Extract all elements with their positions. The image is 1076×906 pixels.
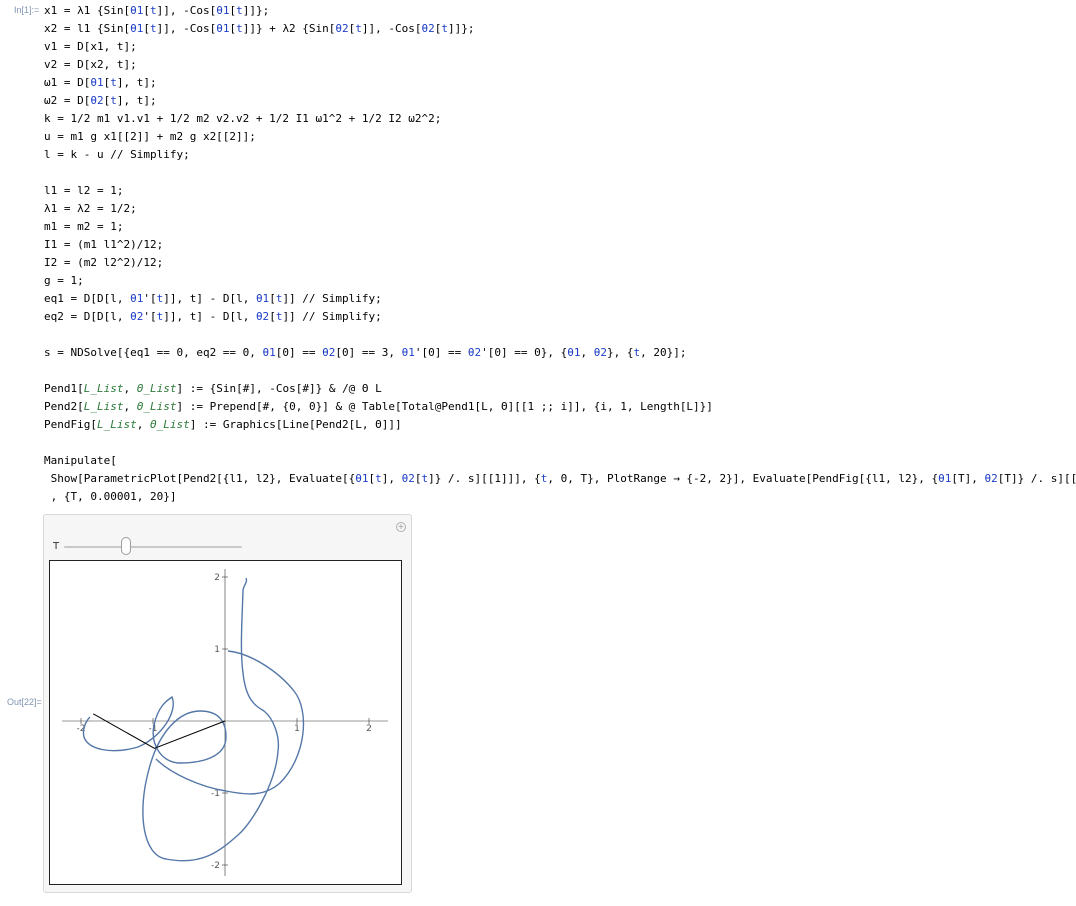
input-label: In[1]:=	[14, 5, 40, 15]
code-line[interactable]: , {T, 0.00001, 20}]	[44, 488, 1076, 506]
x-tick-label: 1	[294, 724, 300, 734]
code-line[interactable]: s = NDSolve[{eq1 == 0, eq2 == 0, θ1[0] =…	[44, 344, 1076, 362]
code-line[interactable]: m1 = m2 = 1;	[44, 218, 1076, 236]
x-tick-label: 2	[366, 724, 372, 734]
code-line[interactable]	[44, 326, 1076, 344]
code-line[interactable]: v2 = D[x2, t];	[44, 56, 1076, 74]
code-line[interactable]: l = k - u // Simplify;	[44, 146, 1076, 164]
code-line[interactable]: ω1 = D[θ1[t], t];	[44, 74, 1076, 92]
code-line[interactable]: l1 = l2 = 1;	[44, 182, 1076, 200]
plot-svg: -2 -1 1 221-1-2	[62, 569, 388, 876]
slider-label: T	[53, 541, 60, 552]
code-line[interactable]: ω2 = D[θ2[t], t];	[44, 92, 1076, 110]
code-line[interactable]: x2 = l1 {Sin[θ1[t]], -Cos[θ1[t]]} + λ2 {…	[44, 20, 1076, 38]
output-label: Out[22]=	[7, 697, 42, 707]
code-line[interactable]: k = 1/2 m1 v1.v1 + 1/2 m2 v2.v2 + 1/2 I1…	[44, 110, 1076, 128]
y-tick-label: -2	[211, 861, 220, 871]
manipulate-panel: + T -2 -1 1 2 2 1 -1 -2	[43, 514, 412, 893]
code-line[interactable]	[44, 434, 1076, 452]
code-line[interactable]: Show[ParametricPlot[Pend2[{l1, l2}, Eval…	[44, 470, 1076, 488]
y-tick-label: 2	[214, 573, 220, 583]
trajectory-curve	[82, 577, 305, 862]
code-line[interactable]: PendFig[L_List, Θ_List] := Graphics[Line…	[44, 416, 1076, 434]
code-line[interactable]: I1 = (m1 l1^2)/12;	[44, 236, 1076, 254]
y-tick-label: -1	[211, 789, 220, 799]
add-icon[interactable]: +	[396, 522, 406, 532]
code-line[interactable]: Pend2[L_List, Θ_List] := Prepend[#, {0, …	[44, 398, 1076, 416]
code-line[interactable]	[44, 362, 1076, 380]
code-line[interactable]: x1 = λ1 {Sin[θ1[t]], -Cos[θ1[t]]};	[44, 2, 1076, 20]
code-line[interactable]: eq1 = D[D[l, θ1'[t]], t] - D[l, θ1[t]] /…	[44, 290, 1076, 308]
code-line[interactable]: g = 1;	[44, 272, 1076, 290]
code-line[interactable]: I2 = (m2 l2^2)/12;	[44, 254, 1076, 272]
code-line[interactable]: Manipulate[	[44, 452, 1076, 470]
code-line[interactable]: u = m1 g x1[[2]] + m2 g x2[[2]];	[44, 128, 1076, 146]
y-tick-label: 1	[214, 645, 220, 655]
plot-area: -2 -1 1 2 2 1 -1 -2	[49, 560, 402, 885]
code-line[interactable]	[44, 164, 1076, 182]
code-line[interactable]: Pend1[L_List, Θ_List] := {Sin[#], -Cos[#…	[44, 380, 1076, 398]
code-line[interactable]: λ1 = λ2 = 1/2;	[44, 200, 1076, 218]
code-cell[interactable]: x1 = λ1 {Sin[θ1[t]], -Cos[θ1[t]]}; x2 = l…	[44, 2, 1076, 506]
code-line[interactable]: eq2 = D[D[l, θ2'[t]], t] - D[l, θ2[t]] /…	[44, 308, 1076, 326]
code-line[interactable]: v1 = D[x1, t];	[44, 38, 1076, 56]
slider-track[interactable]	[64, 546, 242, 548]
slider-thumb[interactable]	[121, 537, 132, 555]
